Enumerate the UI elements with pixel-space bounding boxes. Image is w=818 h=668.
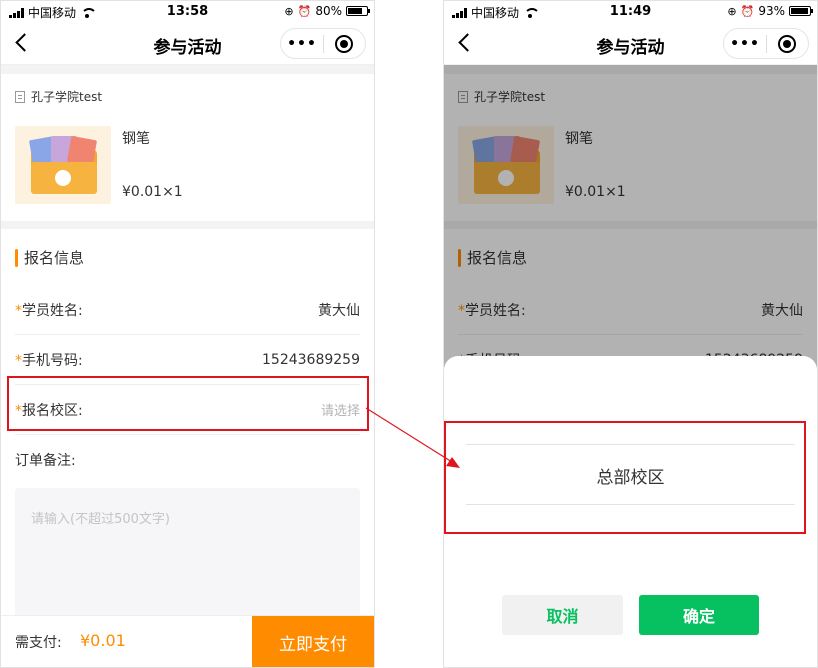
shop-name: 孔子学院test xyxy=(31,90,103,104)
field-label: *学员姓名: xyxy=(15,302,83,319)
order-card: 孔子学院test 钢笔 ¥0.01×1 xyxy=(1,74,374,221)
cancel-button[interactable]: 取消 xyxy=(502,595,623,635)
remark-textarea[interactable]: 请输入(不超过500文字) xyxy=(15,488,360,628)
campus-field-highlight xyxy=(7,376,369,431)
battery-percent: 93% xyxy=(758,4,785,18)
status-bar: 中国移动 13:58 ⊕ ⏰ 80% xyxy=(1,1,374,21)
remark-field: 订单备注: xyxy=(15,435,360,485)
confirm-button[interactable]: 确定 xyxy=(639,595,759,635)
product-item: 钢笔 ¥0.01×1 xyxy=(15,126,360,204)
miniprogram-capsule: ••• xyxy=(280,28,366,59)
battery-icon xyxy=(789,6,813,16)
product-price: ¥0.01×1 xyxy=(122,184,183,200)
product-name: 钢笔 xyxy=(122,131,150,147)
right-phone-screen: 中国移动 11:49 ⊕ ⏰ 93% 参与活动 ••• 孔子学院test 钢笔 … xyxy=(443,0,818,668)
document-icon xyxy=(15,90,25,103)
nav-bar: 参与活动 ••• xyxy=(1,21,374,65)
shop-row: 孔子学院test xyxy=(15,88,360,105)
battery-percent: 80% xyxy=(315,4,342,18)
miniprogram-capsule: ••• xyxy=(723,28,809,59)
bottom-pay-bar: 需支付: ¥0.01 立即支付 xyxy=(1,615,374,667)
pay-label: 需支付: xyxy=(15,635,62,651)
picker-highlight xyxy=(444,421,806,534)
battery-icon xyxy=(346,6,370,16)
target-icon xyxy=(335,34,354,53)
left-phone-screen: 中国移动 13:58 ⊕ ⏰ 80% 参与活动 ••• 孔子学院test 钢笔 … xyxy=(0,0,375,668)
remark-label: 订单备注: xyxy=(15,453,76,469)
close-miniprogram-button[interactable] xyxy=(324,34,365,53)
student-name-field[interactable]: *学员姓名: 黄大仙 xyxy=(15,285,360,335)
location-icon: ⊕ xyxy=(284,4,294,18)
more-icon[interactable]: ••• xyxy=(281,36,323,52)
alarm-icon: ⏰ xyxy=(297,4,312,18)
phone-number-value: 15243689259 xyxy=(262,351,360,368)
section-title-text: 报名信息 xyxy=(24,249,85,267)
status-bar: 中国移动 11:49 ⊕ ⏰ 93% xyxy=(444,1,817,21)
pay-now-button[interactable]: 立即支付 xyxy=(252,616,374,667)
section-title: 报名信息 xyxy=(15,247,84,268)
product-thumbnail xyxy=(15,126,111,204)
location-icon: ⊕ xyxy=(727,4,737,18)
close-miniprogram-button[interactable] xyxy=(767,34,808,53)
section-accent-bar xyxy=(15,248,18,267)
more-icon[interactable]: ••• xyxy=(724,36,766,52)
nav-bar: 参与活动 ••• xyxy=(444,21,817,65)
page-content: 孔子学院test 钢笔 ¥0.01×1 报名信息 *学员姓名: 黄大仙 xyxy=(1,65,374,667)
student-name-value: 黄大仙 xyxy=(318,302,360,319)
pay-amount: ¥0.01 xyxy=(80,631,126,650)
field-label: *手机号码: xyxy=(15,352,83,369)
folder-icon xyxy=(55,170,71,186)
alarm-icon: ⏰ xyxy=(740,4,755,18)
target-icon xyxy=(778,34,797,53)
